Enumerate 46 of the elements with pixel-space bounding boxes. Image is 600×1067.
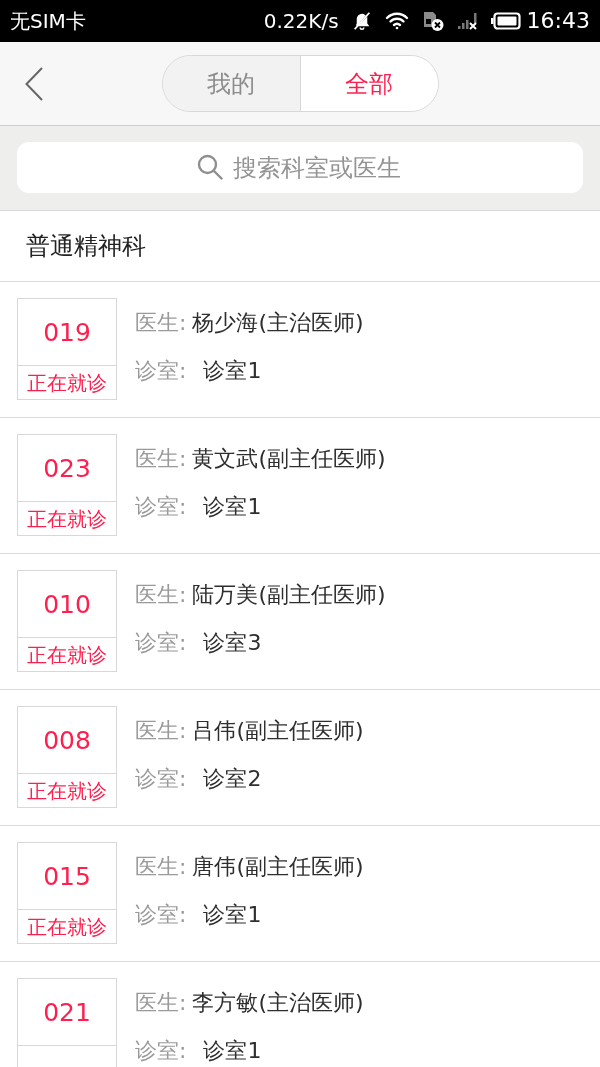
room-name: 诊室1 xyxy=(203,1036,262,1065)
doctor-name: 李方敏(主治医师) xyxy=(192,988,364,1017)
section-title: 普通精神科 xyxy=(26,231,146,262)
queue-number: 021 xyxy=(43,999,91,1025)
queue-number: 010 xyxy=(43,591,91,617)
room-label: 诊室: xyxy=(135,1036,187,1065)
status-label: 正在就诊 xyxy=(27,644,107,665)
carrier-text: 无SIM卡 xyxy=(10,11,86,31)
doctor-name: 陆万美(副主任医师) xyxy=(192,580,386,609)
doctor-label: 医生: xyxy=(135,444,187,473)
room-name: 诊室3 xyxy=(203,628,262,657)
doctor-label: 医生: xyxy=(135,580,187,609)
doctor-name: 杨少海(主治医师) xyxy=(192,308,364,337)
tab[interactable]: 全部 xyxy=(299,56,438,111)
doctor-name: 唐伟(副主任医师) xyxy=(192,852,364,881)
status-label: 正在就诊 xyxy=(27,916,107,937)
doctor-name: 吕伟(副主任医师) xyxy=(192,716,364,745)
doctor-label: 医生: xyxy=(135,716,187,745)
status-label: 正在就诊 xyxy=(27,372,107,393)
room-label: 诊室: xyxy=(135,900,187,929)
room-name: 诊室1 xyxy=(203,900,262,929)
clock-text: 16:43 xyxy=(526,10,590,32)
queue-number: 015 xyxy=(43,863,91,889)
search-icon xyxy=(197,154,223,180)
room-name: 诊室1 xyxy=(203,356,262,385)
queue-number: 008 xyxy=(43,727,91,753)
doctor-name: 黄文武(副主任医师) xyxy=(192,444,386,473)
doctor-label: 医生: xyxy=(135,852,187,881)
room-name: 诊室2 xyxy=(203,764,262,793)
room-name: 诊室1 xyxy=(203,492,262,521)
battery-icon xyxy=(490,12,521,30)
signal-icon xyxy=(456,11,479,31)
room-label: 诊室: xyxy=(135,628,187,657)
doctor-label: 医生: xyxy=(135,308,187,337)
room-label: 诊室: xyxy=(135,764,187,793)
network-speed: 0.22K/s xyxy=(263,11,339,31)
search-field[interactable]: 搜索科室或医生 xyxy=(17,142,583,193)
queue-number: 019 xyxy=(43,319,91,345)
status-label: 正在就诊 xyxy=(27,780,107,801)
doctor-label: 医生: xyxy=(135,988,187,1017)
queue-number: 023 xyxy=(43,455,91,481)
room-label: 诊室: xyxy=(135,356,187,385)
status-label: 正在就诊 xyxy=(27,508,107,529)
room-label: 诊室: xyxy=(135,492,187,521)
back-icon xyxy=(25,66,43,101)
wifi-icon xyxy=(384,12,409,30)
